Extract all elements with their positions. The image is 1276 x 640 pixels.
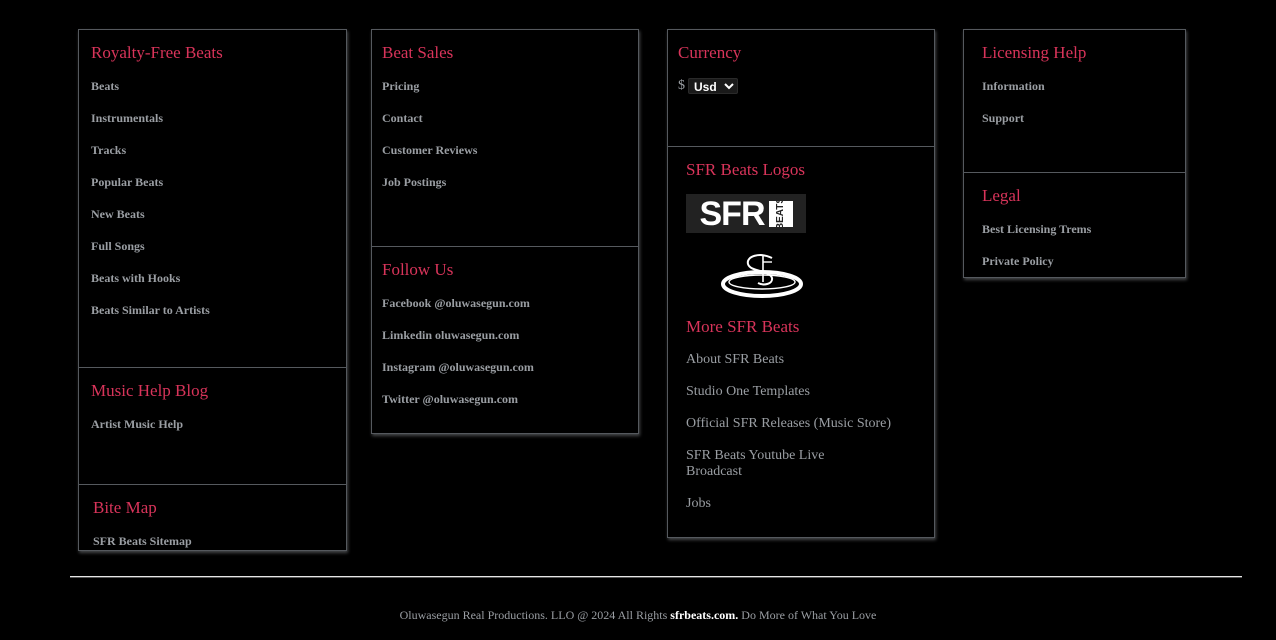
link-linkedin[interactable]: Limkedin oluwasegun.com [382, 328, 519, 343]
currency-symbol: $ [678, 78, 685, 93]
link-studio-one-templates[interactable]: Studio One Templates [686, 384, 810, 400]
royalty-free-heading: Royalty-Free Beats [91, 43, 223, 62]
currency-select[interactable]: Usd [688, 78, 738, 94]
link-full-songs[interactable]: Full Songs [91, 239, 145, 254]
link-licensing-terms[interactable]: Best Licensing Trems [982, 222, 1091, 237]
currency-column: Currency $ Usd SFR Beats Logos SFR BEATS… [667, 29, 935, 538]
link-contact[interactable]: Contact [382, 111, 423, 126]
footer-divider [70, 576, 1242, 577]
link-about-sfr-beats[interactable]: About SFR Beats [686, 352, 784, 368]
link-artist-music-help[interactable]: Artist Music Help [91, 417, 183, 432]
copyright-suffix: Do More of What You Love [738, 608, 877, 622]
link-jobs[interactable]: Jobs [686, 496, 711, 512]
bite-map-heading: Bite Map [93, 498, 157, 517]
royalty-free-column: Royalty-Free Beats Beats Instrumentals T… [78, 29, 347, 551]
link-youtube-live[interactable]: SFR Beats Youtube Live Broadcast [686, 448, 836, 480]
divider [79, 367, 346, 368]
divider [668, 146, 934, 147]
sfr-beats-logo: SFR BEATS [686, 194, 806, 233]
currency-heading: Currency [678, 43, 742, 62]
link-popular-beats[interactable]: Popular Beats [91, 175, 163, 190]
link-customer-reviews[interactable]: Customer Reviews [382, 143, 477, 158]
beat-sales-heading: Beat Sales [382, 43, 454, 62]
licensing-column: Licensing Help Information Support Legal… [963, 29, 1186, 278]
link-new-beats[interactable]: New Beats [91, 207, 145, 222]
licensing-help-heading: Licensing Help [982, 43, 1087, 62]
link-instagram[interactable]: Instagram @oluwasegun.com [382, 360, 534, 375]
currency-row: $ Usd [678, 78, 738, 94]
logo-beats-text: BEATS [775, 196, 786, 231]
link-beats-similar-to-artists[interactable]: Beats Similar to Artists [91, 303, 210, 318]
divider [79, 484, 346, 485]
link-beats[interactable]: Beats [91, 79, 119, 94]
logos-heading: SFR Beats Logos [686, 160, 806, 179]
link-facebook[interactable]: Facebook @oluwasegun.com [382, 296, 530, 311]
link-instrumentals[interactable]: Instrumentals [91, 111, 163, 126]
link-pricing[interactable]: Pricing [382, 79, 419, 94]
legal-heading: Legal [982, 186, 1021, 205]
copyright-prefix: Oluwasegun Real Productions. LLO @ 2024 … [399, 608, 671, 622]
music-help-blog-heading: Music Help Blog [91, 381, 209, 400]
link-information[interactable]: Information [982, 79, 1045, 94]
link-beats-with-hooks[interactable]: Beats with Hooks [91, 271, 180, 286]
more-sfr-heading: More SFR Beats [686, 317, 800, 336]
site-link[interactable]: sfrbeats.com. [670, 608, 738, 622]
link-support[interactable]: Support [982, 111, 1024, 126]
copyright-text: Oluwasegun Real Productions. LLO @ 2024 … [0, 608, 1276, 623]
follow-us-heading: Follow Us [382, 260, 454, 279]
link-job-postings[interactable]: Job Postings [382, 175, 446, 190]
divider [964, 172, 1185, 173]
link-twitter[interactable]: Twitter @oluwasegun.com [382, 392, 518, 407]
link-privacy-policy[interactable]: Private Policy [982, 254, 1054, 269]
beat-sales-column: Beat Sales Pricing Contact Customer Revi… [371, 29, 639, 434]
divider [372, 246, 638, 247]
link-official-releases[interactable]: Official SFR Releases (Music Store) [686, 416, 891, 432]
link-tracks[interactable]: Tracks [91, 143, 126, 158]
sfr-circle-logo-icon [721, 254, 803, 298]
footer-page: Royalty-Free Beats Beats Instrumentals T… [0, 0, 1276, 640]
logo-beats-box: BEATS [768, 197, 793, 230]
logo-sfr-text: SFR [699, 194, 766, 233]
link-sitemap[interactable]: SFR Beats Sitemap [93, 534, 192, 549]
